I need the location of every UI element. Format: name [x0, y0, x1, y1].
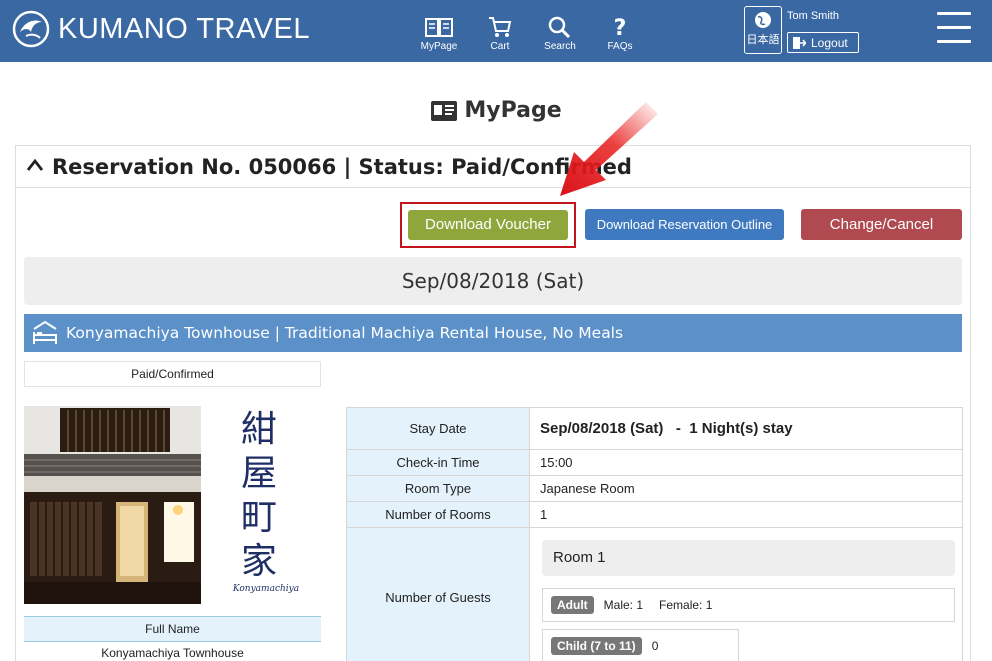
stay-date-value: Sep/08/2018 (Sat) - 1 Night(s) stay [529, 407, 963, 450]
room-title: Room 1 [542, 540, 955, 576]
question-icon: ? [614, 16, 627, 38]
checkin-value: 15:00 [529, 449, 963, 476]
user-name: Tom Smith [787, 10, 839, 22]
stay-date-label: Stay Date [346, 407, 530, 450]
bed-icon [33, 320, 57, 344]
brand-logo-sub: Konyamachiya [232, 584, 300, 594]
logout-icon [793, 36, 806, 49]
checkin-label: Check-in Time [346, 449, 530, 476]
stay-date-bar: Sep/08/2018 (Sat) [24, 257, 962, 305]
download-outline-button[interactable]: Download Reservation Outline [585, 209, 784, 240]
nav-mypage-label: MyPage [420, 41, 458, 52]
female-count: Female: 1 [659, 598, 713, 612]
cart-icon [489, 17, 512, 37]
logout-label: Logout [811, 35, 848, 50]
globe-icon [755, 12, 771, 28]
nav-faqs[interactable]: ? FAQs [590, 16, 650, 52]
language-label: 日本語 [746, 33, 780, 46]
male-count: Male: 1 [603, 598, 644, 612]
table-row: Check-in Time 15:00 [346, 449, 963, 476]
guests-label: Number of Guests [346, 527, 530, 661]
change-cancel-button[interactable]: Change/Cancel [801, 209, 962, 240]
page-title: MyPage [0, 98, 992, 123]
page-title-text: MyPage [464, 98, 562, 123]
room-type-value: Japanese Room [529, 475, 963, 502]
book-icon [425, 18, 453, 37]
adult-tag: Adult [551, 596, 594, 614]
brand-name: KUMANO TRAVEL [58, 13, 310, 45]
brand-kanji-char: 屋 [240, 453, 277, 494]
reservation-details-table: Stay Date Sep/08/2018 (Sat) - 1 Night(s)… [346, 407, 963, 661]
brand-logo-kanji: 紺 屋 町 家 [239, 408, 279, 584]
table-row: Stay Date Sep/08/2018 (Sat) - 1 Night(s)… [346, 407, 963, 450]
status-badge: Paid/Confirmed [24, 361, 321, 387]
rooms-value: 1 [529, 501, 963, 528]
accommodation-title: Konyamachiya Townhouse | Traditional Mac… [66, 324, 624, 342]
site-logo[interactable]: KUMANO TRAVEL [12, 10, 310, 48]
brand-kanji-char: 紺 [240, 409, 277, 450]
chevron-up-icon[interactable] [26, 158, 44, 172]
site-header: KUMANO TRAVEL MyPage Cart Search ? FAQs [0, 0, 992, 62]
room-type-label: Room Type [346, 475, 530, 502]
menu-hamburger-icon[interactable] [937, 12, 971, 46]
search-icon [548, 16, 571, 38]
language-switch-button[interactable]: 日本語 [744, 6, 782, 54]
id-card-icon [431, 100, 458, 121]
full-name-value: Konyamachiya Townhouse [101, 646, 244, 660]
nav-mypage[interactable]: MyPage [409, 16, 469, 52]
full-name-label: Full Name [24, 616, 321, 642]
logout-button[interactable]: Logout [787, 32, 859, 53]
rooms-label: Number of Rooms [346, 501, 530, 528]
room-box: Room 1 Adult Male: 1 Female: 1 Child (7 … [540, 528, 962, 661]
nav-search-label: Search [544, 41, 576, 52]
download-voucher-button[interactable]: Download Voucher [408, 210, 568, 240]
nav-faqs-label: FAQs [607, 41, 633, 52]
adult-guest-row: Adult Male: 1 Female: 1 [542, 588, 955, 622]
nav-cart[interactable]: Cart [470, 16, 530, 52]
child-count: 0 [651, 639, 659, 653]
guests-value: Room 1 Adult Male: 1 Female: 1 Child (7 … [529, 527, 963, 661]
reservation-header[interactable]: Reservation No. 050066 | Status: Paid/Co… [16, 146, 970, 188]
accommodation-bar: Konyamachiya Townhouse | Traditional Mac… [24, 314, 962, 352]
child-guest-row: Child (7 to 11) 0 [542, 629, 739, 661]
brand-kanji-char: 家 [240, 541, 277, 582]
reservation-panel: Reservation No. 050066 | Status: Paid/Co… [15, 145, 971, 661]
reservation-title: Reservation No. 050066 | Status: Paid/Co… [52, 155, 632, 179]
nav-search[interactable]: Search [530, 16, 590, 52]
brand-kanji-char: 町 [240, 497, 277, 538]
table-row: Number of Guests Room 1 Adult Male: 1 Fe… [346, 527, 963, 661]
accommodation-photo [24, 406, 201, 604]
table-row: Number of Rooms 1 [346, 501, 963, 528]
nav-cart-label: Cart [490, 41, 510, 52]
bird-logo-icon [12, 10, 50, 48]
table-row: Room Type Japanese Room [346, 475, 963, 502]
child-tag: Child (7 to 11) [551, 637, 642, 655]
svg-text:?: ? [614, 16, 627, 38]
